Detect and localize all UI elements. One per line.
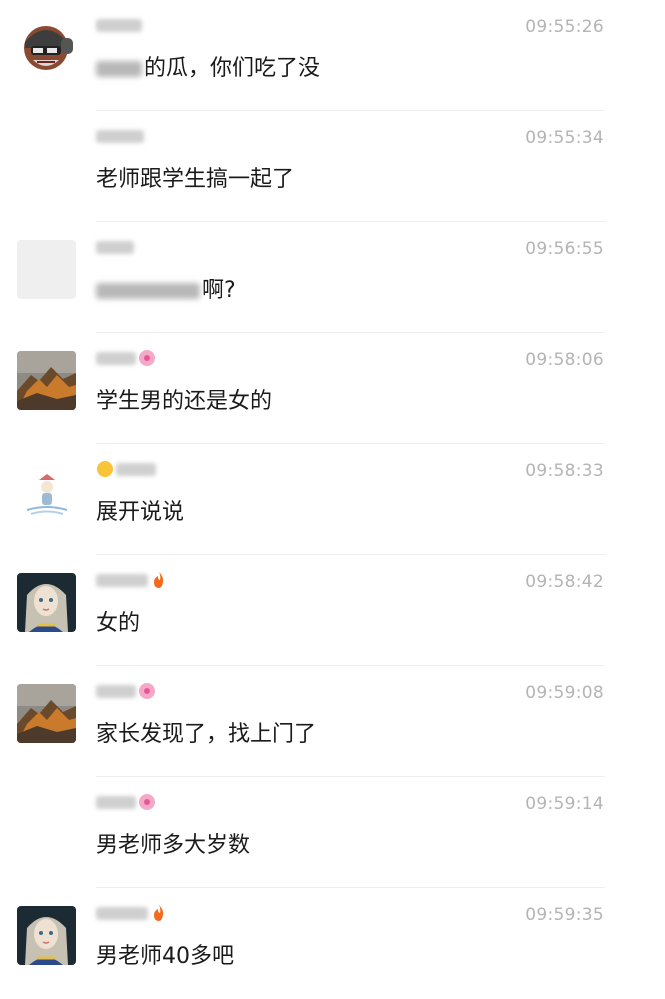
sender-name-redacted bbox=[96, 572, 216, 590]
fire-emoji-icon bbox=[150, 904, 168, 922]
message-text: 男老师多大岁数 bbox=[96, 833, 251, 858]
sender-name-redacted bbox=[96, 128, 216, 146]
chat-message[interactable]: 09:58:42 女的 bbox=[0, 555, 665, 666]
chat-message[interactable]: 09:55:26 的瓜，你们吃了没 bbox=[0, 0, 665, 111]
redacted-text bbox=[96, 283, 200, 299]
sender-name-redacted bbox=[96, 17, 216, 35]
chat-message[interactable]: 09:59:08 家长发现了，找上门了 bbox=[0, 666, 665, 777]
message-time: 09:58:33 bbox=[525, 461, 604, 481]
blank-avatar[interactable] bbox=[17, 240, 76, 299]
girl-avatar[interactable] bbox=[17, 906, 76, 965]
message-text: 展开说说 bbox=[96, 500, 185, 525]
message-text: 女的 bbox=[96, 611, 141, 636]
chat-message[interactable]: 09:59:14 男老师多大岁数 bbox=[0, 777, 665, 888]
sender-name-redacted bbox=[96, 350, 216, 368]
chat-message[interactable]: 09:58:06 学生男的还是女的 bbox=[0, 333, 665, 444]
mountain-avatar[interactable] bbox=[17, 684, 76, 743]
message-time: 09:58:06 bbox=[525, 350, 604, 370]
message-time: 09:56:55 bbox=[525, 239, 604, 259]
message-time: 09:59:08 bbox=[525, 683, 604, 703]
cartoon-avatar[interactable] bbox=[17, 462, 76, 521]
chat-message[interactable]: 09:56:55 啊? bbox=[0, 222, 665, 333]
chat-message[interactable]: 09:55:34 老师跟学生搞一起了 bbox=[0, 111, 665, 222]
sun-emoji-icon bbox=[96, 460, 114, 478]
sender-name-redacted bbox=[96, 905, 216, 923]
chat-message[interactable]: 09:59:35 男老师40多吧 bbox=[0, 888, 665, 999]
flower-emoji-icon bbox=[138, 793, 156, 811]
sender-name-redacted bbox=[96, 239, 216, 257]
message-text: 老师跟学生搞一起了 bbox=[96, 167, 295, 192]
redacted-text bbox=[96, 61, 142, 77]
sender-name-redacted bbox=[96, 683, 216, 701]
message-time: 09:55:34 bbox=[525, 128, 604, 148]
message-text: 男老师40多吧 bbox=[96, 944, 234, 969]
soldier-avatar[interactable] bbox=[17, 18, 76, 77]
girl-avatar[interactable] bbox=[17, 573, 76, 632]
fire-emoji-icon bbox=[150, 571, 168, 589]
message-text: 家长发现了，找上门了 bbox=[96, 722, 317, 747]
sender-name-redacted bbox=[96, 794, 216, 812]
message-time: 09:58:42 bbox=[525, 572, 604, 592]
mountain-avatar[interactable] bbox=[17, 351, 76, 410]
message-time: 09:59:14 bbox=[525, 794, 604, 814]
sender-name-redacted bbox=[96, 461, 216, 479]
message-time: 09:59:35 bbox=[525, 905, 604, 925]
flower-emoji-icon bbox=[138, 682, 156, 700]
flower-emoji-icon bbox=[138, 349, 156, 367]
chat-message[interactable]: 09:58:33 展开说说 bbox=[0, 444, 665, 555]
message-text: 学生男的还是女的 bbox=[96, 389, 273, 414]
message-time: 09:55:26 bbox=[525, 17, 604, 37]
message-text: 啊? bbox=[96, 272, 236, 304]
chat-message-list: 09:55:26 的瓜，你们吃了没 09:55:34 老师跟学生搞一起了 09:… bbox=[0, 0, 665, 988]
message-text: 的瓜，你们吃了没 bbox=[96, 50, 320, 82]
